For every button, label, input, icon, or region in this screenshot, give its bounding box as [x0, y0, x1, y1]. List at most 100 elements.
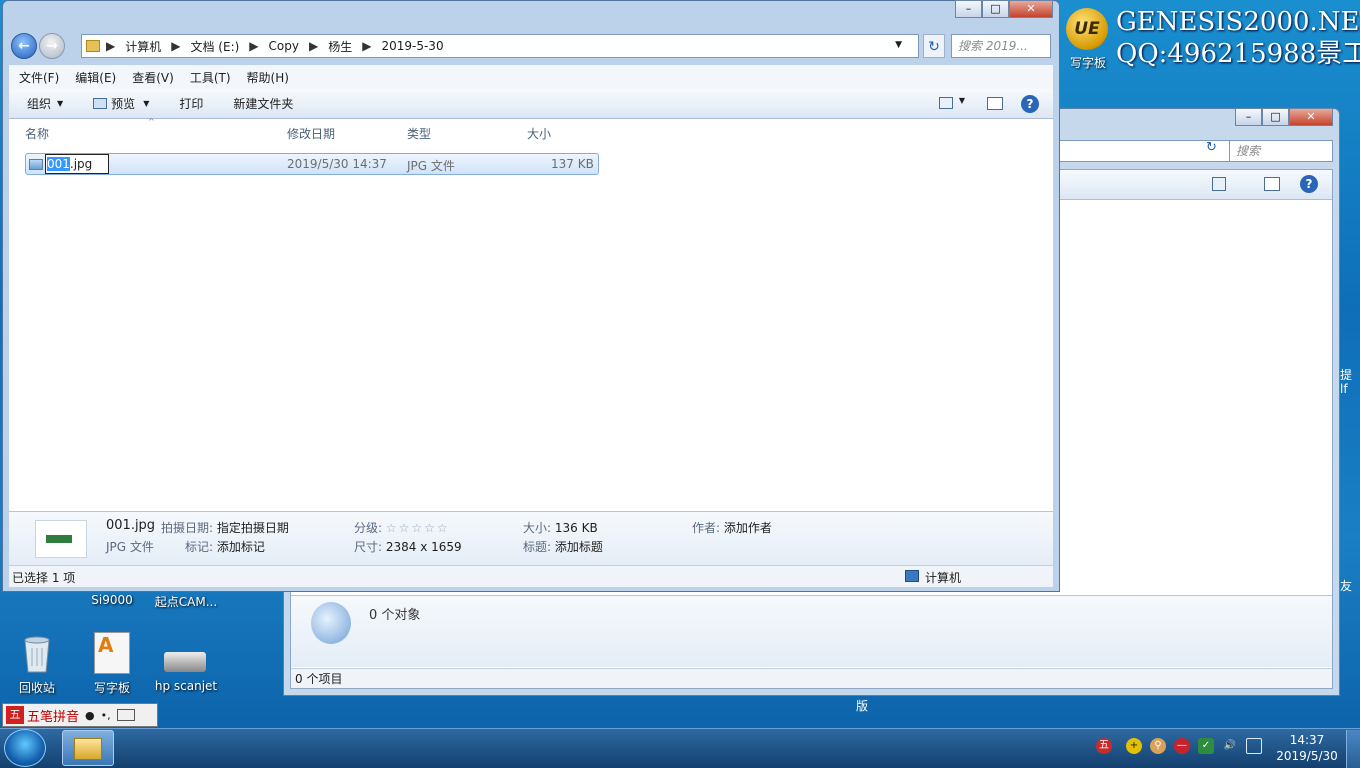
breadcrumb-copy[interactable]: Copy — [269, 39, 299, 53]
breadcrumb-separator[interactable]: ▶ — [171, 39, 180, 53]
taskbar-clock[interactable]: 14:37 2019/5/30 — [1274, 732, 1340, 764]
volume-icon[interactable]: 🔊 — [1222, 738, 1238, 754]
ime-logo-icon[interactable]: 五 — [6, 706, 24, 724]
ime-tray-icon[interactable]: 五 — [1096, 738, 1112, 754]
breadcrumb-separator[interactable]: ▶ — [106, 39, 115, 53]
preview-button[interactable]: 预览 ▼ — [93, 95, 149, 112]
status-location: 计算机 — [925, 571, 962, 585]
clock-date: 2019/5/30 — [1276, 749, 1338, 763]
breadcrumb-date-folder[interactable]: 2019-5-30 — [381, 39, 443, 53]
file-thumbnail — [35, 520, 87, 558]
minimize-button[interactable]: – — [955, 0, 982, 18]
file-list: 名称 ^ 修改日期 类型 大小 001.jpg 2019/5/30 14:37 … — [9, 117, 1053, 511]
breadcrumb-computer[interactable]: 计算机 — [125, 38, 161, 55]
scanner-icon[interactable] — [164, 652, 206, 672]
refresh-icon[interactable]: ↻ — [923, 34, 945, 58]
object-count: 0 个对象 — [369, 608, 421, 623]
rating-stars-icon[interactable]: ☆☆☆☆☆ — [386, 521, 450, 535]
ime-symbol-icon[interactable]: •, — [101, 709, 111, 722]
help-icon[interactable]: ? — [1021, 95, 1039, 113]
column-header-date[interactable]: 修改日期 — [287, 125, 335, 142]
view-options-icon[interactable] — [939, 97, 953, 109]
brand-line-2: QQ:496215988景工 — [1116, 39, 1360, 69]
column-header-size[interactable]: 大小 — [527, 125, 551, 142]
desktop-icon-cam[interactable]: 起点CAM... — [146, 593, 226, 610]
status-selection: 已选择 1 项 — [12, 571, 76, 585]
search-input[interactable]: 搜索 2019... — [951, 34, 1051, 58]
column-header-name[interactable]: 名称 — [25, 125, 49, 142]
preview-pane-icon[interactable] — [987, 97, 1003, 110]
back-search-input[interactable]: 搜索 — [1229, 140, 1333, 162]
organize-button[interactable]: 组织 ▼ — [27, 95, 63, 112]
rename-input[interactable]: 001.jpg — [45, 154, 109, 174]
desktop-icon-recycle-bin[interactable]: 回收站 — [0, 679, 77, 696]
breadcrumb-separator[interactable]: ▶ — [362, 39, 371, 53]
shield-icon[interactable]: ✓ — [1198, 738, 1214, 754]
taskbar-explorer-button[interactable] — [62, 730, 114, 766]
back-status-bar: 0 个项目 — [291, 668, 1332, 688]
menu-help[interactable]: 帮助(H) — [247, 69, 289, 86]
rename-extension: .jpg — [69, 157, 93, 171]
breadcrumb-documents[interactable]: 文档 (E:) — [190, 38, 239, 55]
view-icon[interactable] — [1212, 177, 1226, 191]
forward-arrow-icon[interactable]: → — [39, 33, 65, 59]
menu-file[interactable]: 文件(F) — [19, 69, 59, 86]
chevron-down-icon: ▼ — [57, 99, 64, 108]
refresh-icon[interactable]: ↻ — [1206, 140, 1224, 162]
desktop-icon-wordpad[interactable]: 写字板 — [72, 679, 152, 696]
close-button[interactable]: ✕ — [1289, 108, 1333, 126]
ultraedit-icon[interactable]: UE — [1066, 8, 1108, 50]
desktop-icon-si9000[interactable]: Si9000 — [72, 593, 152, 607]
new-folder-button[interactable]: 新建文件夹 — [233, 95, 293, 112]
menu-tools[interactable]: 工具(T) — [190, 69, 231, 86]
tray-stop-icon[interactable]: — — [1174, 738, 1190, 754]
image-file-icon — [29, 159, 43, 170]
tray-user-icon[interactable]: ⚲ — [1150, 738, 1166, 754]
folder-icon — [86, 40, 100, 52]
explorer-window[interactable]: – □ ✕ ← → ▶ 计算机 ▶ 文档 (E:) ▶ Copy ▶ 杨生 ▶ … — [2, 0, 1060, 592]
back-window-caption-buttons: – □ ✕ — [1235, 108, 1333, 126]
folder-icon — [74, 738, 102, 760]
show-desktop-button[interactable] — [1346, 730, 1360, 768]
navigation-bar: ← → ▶ 计算机 ▶ 文档 (E:) ▶ Copy ▶ 杨生 ▶ 2019-5… — [9, 31, 1053, 61]
print-button[interactable]: 打印 — [179, 95, 203, 112]
details-dimensions: 尺寸: 2384 x 1659 — [354, 540, 462, 554]
breadcrumb-yangsheng[interactable]: 杨生 — [328, 38, 352, 55]
file-date: 2019/5/30 14:37 — [287, 157, 387, 171]
command-toolbar: 组织 ▼ 预览 ▼ 打印 新建文件夹 ▼ ? — [9, 89, 1053, 119]
ime-toolbar[interactable]: 五 五笔拼音 ● •, — [2, 703, 158, 727]
ime-mode[interactable]: 五笔拼音 — [27, 706, 79, 725]
details-author: 作者: 添加作者 — [692, 521, 772, 535]
breadcrumb-separator[interactable]: ▶ — [309, 39, 318, 53]
details-rating: 分级: ☆☆☆☆☆ — [354, 521, 450, 535]
ime-punct-icon[interactable]: ● — [85, 709, 95, 722]
minimize-button[interactable]: – — [1235, 108, 1262, 126]
close-button[interactable]: ✕ — [1009, 0, 1053, 18]
network-icon[interactable] — [1246, 738, 1262, 754]
desktop-icon-hp-scanjet[interactable]: hp scanjet — [146, 679, 226, 693]
chevron-down-icon[interactable]: ▼ — [895, 40, 902, 50]
recycle-bin-icon[interactable] — [20, 632, 54, 674]
back-address-bar[interactable]: ▼ — [1054, 140, 1254, 162]
maximize-button[interactable]: □ — [1262, 108, 1289, 126]
menu-edit[interactable]: 编辑(E) — [75, 69, 116, 86]
caption-buttons: – □ ✕ — [955, 0, 1053, 18]
chevron-down-icon[interactable]: ▼ — [959, 96, 965, 105]
maximize-button[interactable]: □ — [982, 0, 1009, 18]
chevron-down-icon: ▼ — [143, 99, 150, 108]
details-size: 大小: 136 KB — [523, 521, 598, 535]
menu-view[interactable]: 查看(V) — [132, 69, 174, 86]
address-bar[interactable]: ▶ 计算机 ▶ 文档 (E:) ▶ Copy ▶ 杨生 ▶ 2019-5-30 … — [81, 34, 919, 58]
back-arrow-icon[interactable]: ← — [11, 33, 37, 59]
help-icon[interactable]: ? — [1300, 175, 1318, 193]
breadcrumb-separator[interactable]: ▶ — [249, 39, 258, 53]
desktop-text: 版 — [856, 699, 869, 713]
column-header-type[interactable]: 类型 — [407, 125, 431, 142]
preview-pane-icon[interactable] — [1264, 177, 1280, 191]
wallpaper-brand: GENESIS2000.NET QQ:496215988景工 — [1116, 6, 1360, 70]
keyboard-icon[interactable] — [116, 709, 135, 721]
wordpad-icon[interactable]: A — [94, 632, 130, 674]
file-type: JPG 文件 — [407, 159, 455, 173]
tray-plus-icon[interactable]: + — [1126, 738, 1142, 754]
start-button-icon[interactable] — [4, 729, 46, 767]
